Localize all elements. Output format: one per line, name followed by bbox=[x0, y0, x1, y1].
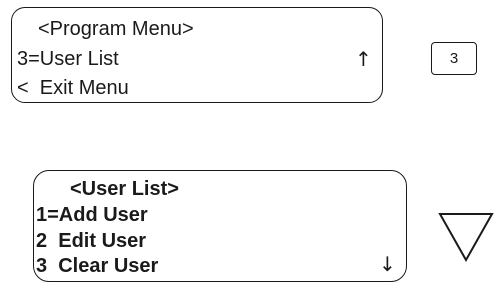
menu-option-edit-user: 2 Edit User bbox=[36, 230, 147, 252]
user-list-display: <User List> 1=Add User 2 Edit User 3 Cle… bbox=[33, 170, 407, 282]
down-arrow-icon: ↓ bbox=[379, 252, 396, 276]
menu-option-exit: < Exit Menu bbox=[17, 77, 129, 99]
user-list-title: <User List> bbox=[70, 178, 179, 200]
up-arrow-icon: ↑ bbox=[355, 47, 372, 71]
down-triangle-icon bbox=[438, 213, 494, 263]
program-menu-display: <Program Menu> 3=User List ↑ < Exit Menu bbox=[11, 7, 383, 103]
key-3-label: 3 bbox=[449, 50, 459, 67]
key-3-button[interactable]: 3 bbox=[431, 42, 477, 75]
down-triangle-button[interactable] bbox=[438, 212, 494, 263]
menu-option-add-user: 1=Add User bbox=[36, 204, 148, 226]
menu-option-user-list: 3=User List bbox=[17, 48, 119, 70]
program-menu-title: <Program Menu> bbox=[38, 18, 194, 40]
menu-option-clear-user: 3 Clear User bbox=[36, 255, 159, 277]
